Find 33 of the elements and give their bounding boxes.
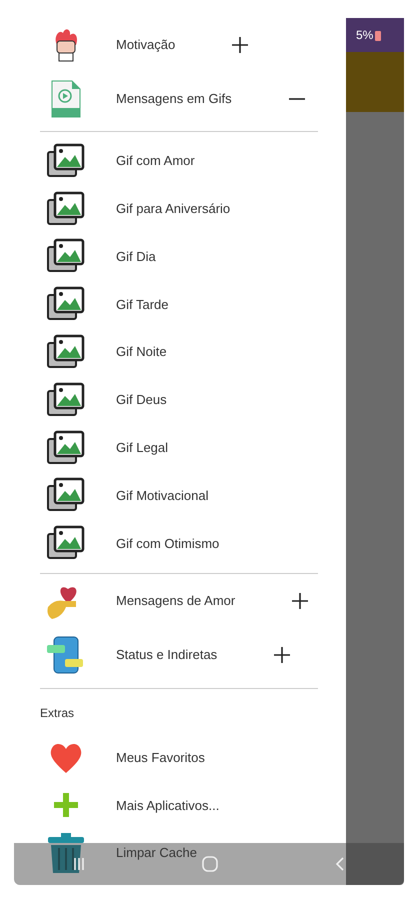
menu-item[interactable]: Gif para Aniversário xyxy=(116,198,230,218)
menu-item[interactable]: Motivação xyxy=(116,35,176,55)
trash-can-icon xyxy=(47,832,85,873)
menu-item[interactable]: Gif Noite xyxy=(116,342,167,362)
menu-item[interactable]: Gif Legal xyxy=(116,438,168,458)
image-stack-icon xyxy=(46,428,86,467)
menu-item[interactable]: Gif com Otimismo xyxy=(116,534,220,554)
menu-item[interactable]: Limpar Cache xyxy=(116,843,197,863)
menu-item[interactable]: Mais Aplicativos... xyxy=(116,796,220,816)
menu-item[interactable]: Mensagens em Gifs xyxy=(116,89,232,109)
app-header xyxy=(346,52,404,112)
expand-icon[interactable] xyxy=(272,645,292,666)
menu-item[interactable]: Gif Deus xyxy=(116,390,167,410)
menu-item[interactable]: Gif Motivacional xyxy=(116,486,208,506)
back-icon[interactable] xyxy=(334,856,346,872)
image-stack-icon xyxy=(46,380,86,419)
expand-icon[interactable] xyxy=(230,35,250,55)
heart-icon xyxy=(49,742,83,774)
gif-file-icon xyxy=(50,79,82,119)
menu-item[interactable]: Gif com Amor xyxy=(116,151,195,171)
menu-item[interactable]: Mensagens de Amor xyxy=(116,591,236,611)
section-heading: Extras xyxy=(40,705,76,722)
menu-item[interactable]: Meus Favoritos xyxy=(116,748,205,768)
image-stack-icon xyxy=(46,190,86,228)
recent-apps-icon[interactable] xyxy=(72,857,86,871)
image-stack-icon xyxy=(46,142,86,180)
menu-item[interactable]: Status e Indiretas xyxy=(116,645,218,665)
battery-icon xyxy=(375,30,382,40)
expand-icon[interactable] xyxy=(290,591,310,612)
battery-level: 5% xyxy=(356,27,374,44)
plus-icon xyxy=(54,793,78,818)
menu-item[interactable]: Gif Tarde xyxy=(116,294,169,314)
menu-item[interactable]: Gif Dia xyxy=(116,246,156,266)
